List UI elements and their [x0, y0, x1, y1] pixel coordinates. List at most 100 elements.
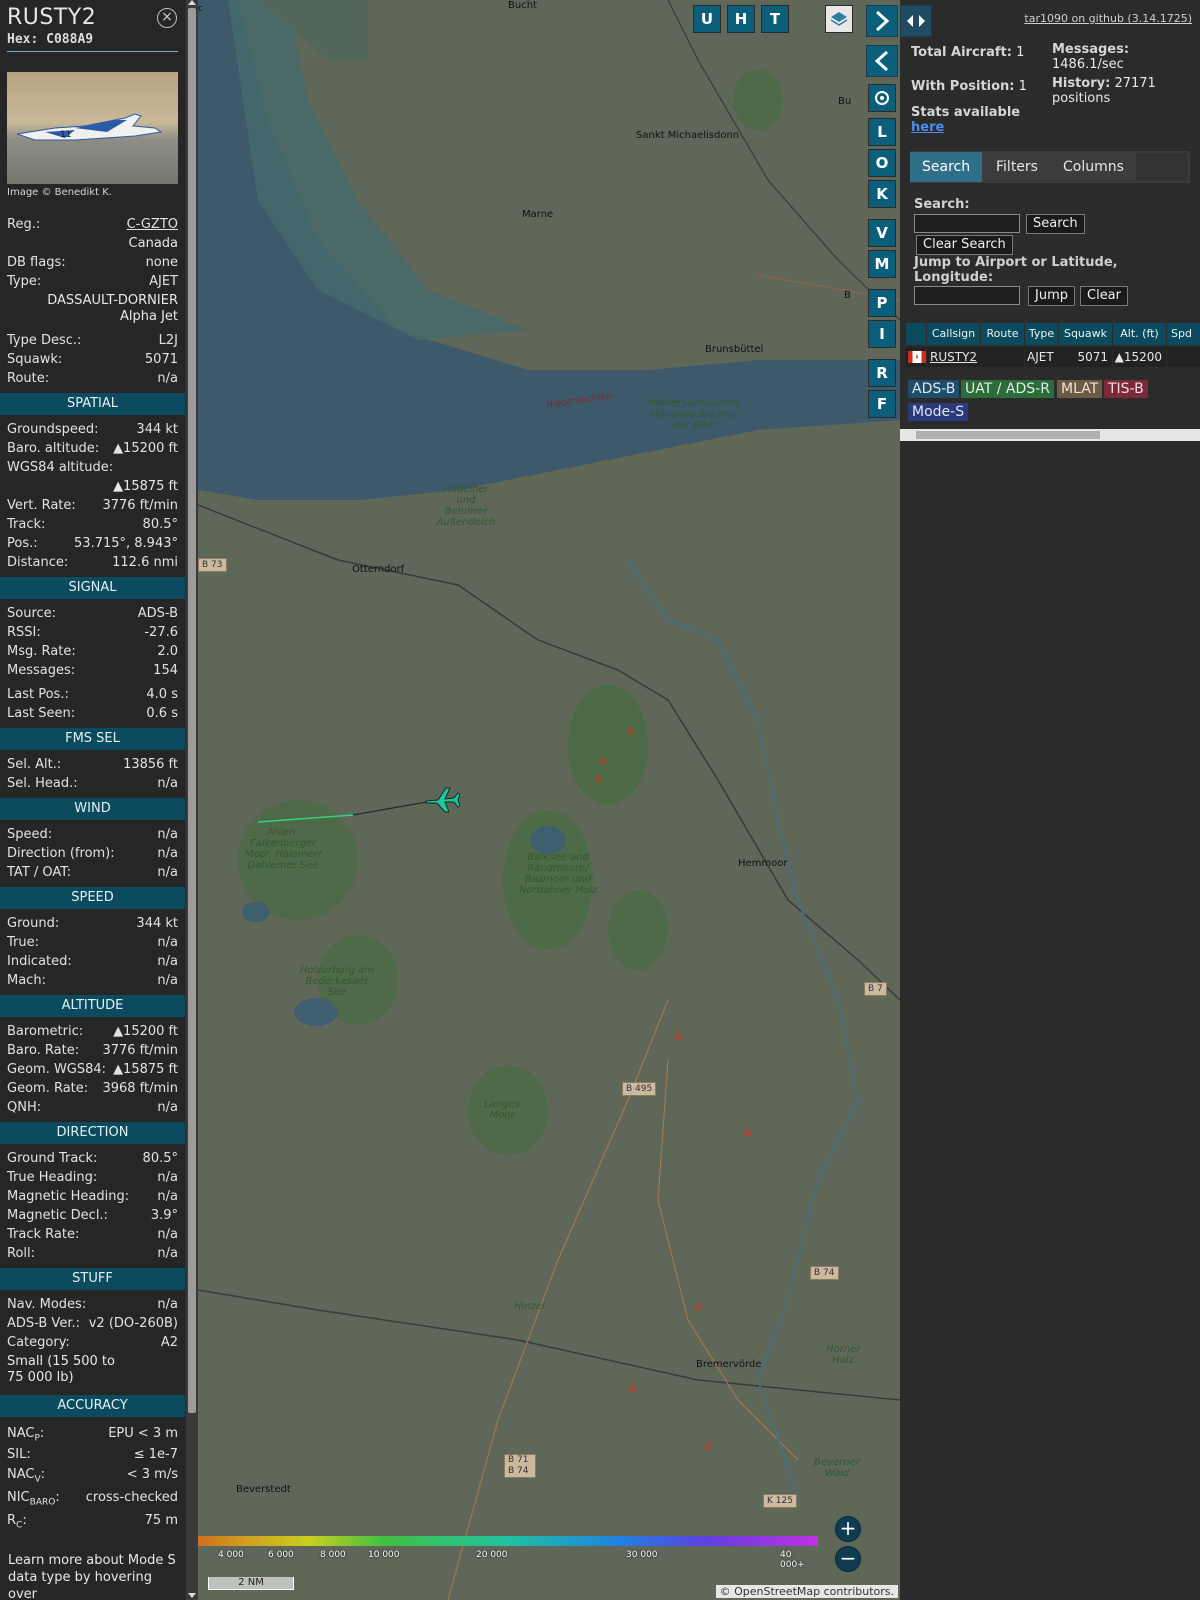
wgs-label: WGS84 altitude: [7, 460, 114, 475]
info-panel-scrollbar[interactable] [186, 0, 198, 1600]
aircraft-photo[interactable]: 11 [7, 72, 178, 184]
settings-gear-icon[interactable] [868, 84, 896, 112]
stats-here-link[interactable]: here [911, 120, 944, 135]
zoom-in-button[interactable]: + [835, 1516, 861, 1542]
toggle-h-button[interactable]: H [727, 5, 755, 33]
map-peak-markers [594, 725, 752, 1449]
info-header: RUSTY2 Hex: C088A9 × [0, 0, 185, 52]
tab-filters[interactable]: Filters [984, 152, 1050, 182]
col-squawk[interactable]: Squawk [1059, 323, 1113, 345]
spatial2-label: Track: [7, 517, 46, 532]
wgs-value: ▲15875 ft [113, 479, 178, 494]
signal2-value: 0.6 s [146, 706, 178, 721]
aircraft-marker-icon[interactable] [424, 784, 460, 814]
speed-value: n/a [157, 973, 178, 988]
jump-button[interactable]: Jump [1028, 286, 1075, 306]
nacp-sub: P [34, 1433, 40, 1444]
tab-columns[interactable]: Columns [1051, 152, 1136, 182]
layers-icon[interactable] [825, 5, 853, 33]
toggle-t-button[interactable]: T [761, 5, 789, 33]
route-row: Route: n/a [7, 369, 178, 388]
fms-label: Sel. Head.: [7, 776, 78, 791]
github-link[interactable]: tar1090 on github (3.14.1725) [1024, 12, 1192, 25]
attribution-prefix: © [719, 1585, 735, 1598]
spatial-label: Groundspeed: [7, 422, 99, 437]
speed-value: 344 kt [136, 916, 178, 931]
search-button[interactable]: Search [1026, 214, 1085, 234]
direction-value: n/a [157, 1170, 178, 1185]
nic-value: cross-checked [85, 1490, 178, 1505]
jump-input[interactable] [914, 286, 1020, 305]
map-view[interactable]: Bucht c Sankt Michaelisdonn Marne Bu B B… [198, 0, 900, 1600]
expand-sidebar-icon[interactable] [900, 5, 932, 37]
search-label: Search: [914, 197, 970, 212]
attribution-suffix: contributors. [820, 1585, 894, 1598]
wind-row: Speed: n/a [7, 825, 178, 844]
spatial-value: 344 kt [136, 422, 178, 437]
reg-row: Reg.: C-GZTO [7, 215, 178, 234]
speed-row: Ground: 344 kt [7, 914, 178, 933]
total-aircraft-label: Total Aircraft: [911, 45, 1012, 60]
altitude-row: Barometric: ▲15200 ft [7, 1022, 178, 1041]
toggle-r-button[interactable]: R [868, 359, 896, 387]
clear-button[interactable]: Clear [1080, 286, 1128, 306]
aircraft-list-sidebar: tar1090 on github (3.14.1725) Total Airc… [900, 0, 1200, 1600]
row-callsign-link[interactable]: RUSTY2 [927, 347, 983, 367]
direction-row: Roll: n/a [7, 1244, 178, 1263]
spatial2-row: Track: 80.5° [7, 515, 178, 534]
spatial2-label: Pos.: [7, 536, 38, 551]
reg-label: Reg.: [7, 217, 41, 232]
section-signal: SIGNAL [0, 577, 185, 599]
toggle-m-button[interactable]: M [868, 250, 896, 278]
scroll-down-icon[interactable] [188, 1593, 196, 1598]
col-flag [906, 323, 927, 345]
fms-row: Sel. Alt.: 13856 ft [7, 755, 178, 774]
map-attribution: © OpenStreetMap contributors. [715, 1585, 898, 1598]
signal2-label: Last Seen: [7, 706, 76, 721]
section-fms-sel: FMS SEL [0, 728, 185, 750]
col-type[interactable]: Type [1025, 323, 1059, 345]
close-icon[interactable]: × [157, 8, 177, 28]
tab-search[interactable]: Search [910, 152, 983, 182]
col-altitude[interactable]: Alt. (ft) [1113, 323, 1167, 345]
search-input[interactable] [914, 214, 1020, 233]
spatial-label: Baro. altitude: [7, 441, 100, 456]
category-description: Small (15 500 to 75 000 lb) [7, 1354, 115, 1385]
row-route [981, 347, 1024, 367]
toggle-i-button[interactable]: I [868, 320, 896, 348]
toggle-o-button[interactable]: O [868, 149, 896, 177]
col-route[interactable]: Route [981, 323, 1025, 345]
wind-label: Speed: [7, 827, 53, 842]
speed-label: Ground: [7, 916, 60, 931]
spatial2-value: 80.5° [142, 517, 178, 532]
signal-label: RSSI: [7, 625, 41, 640]
scroll-up-icon[interactable] [188, 0, 196, 5]
table-row[interactable] [906, 347, 926, 367]
nacv-label-text: NAC [7, 1467, 35, 1482]
stuff-label: ADS-B Ver.: [7, 1316, 80, 1331]
table-horizontal-scrollbar[interactable] [900, 429, 1200, 441]
openstreetmap-link[interactable]: OpenStreetMap [734, 1585, 820, 1598]
typedesc-value: L2J [158, 333, 178, 348]
toggle-v-button[interactable]: V [868, 219, 896, 247]
nacp-label-text: NAC [7, 1426, 35, 1441]
toggle-k-button[interactable]: K [868, 180, 896, 208]
scrollbar-thumb[interactable] [188, 8, 196, 1413]
toggle-f-button[interactable]: F [868, 390, 896, 418]
fms-row: Sel. Head.: n/a [7, 774, 178, 793]
toggle-p-button[interactable]: P [868, 289, 896, 317]
toggle-l-button[interactable]: L [868, 118, 896, 146]
altitude-label: Geom. Rate: [7, 1081, 89, 1096]
horizontal-scroll-thumb[interactable] [916, 431, 1100, 439]
registration-link[interactable]: C-GZTO [127, 215, 178, 234]
chevron-left-icon[interactable] [866, 45, 898, 77]
toggle-u-button[interactable]: U [693, 5, 721, 33]
stats-right: Messages: 1486.1/sec History: 27171 posit… [1052, 42, 1192, 106]
chevron-right-icon[interactable] [866, 5, 898, 37]
clear-search-button[interactable]: Clear Search [916, 235, 1013, 255]
col-callsign[interactable]: Callsign [927, 323, 981, 345]
col-speed[interactable]: Spd [1167, 323, 1200, 345]
spatial-row: Groundspeed: 344 kt [7, 420, 178, 439]
direction-row: True Heading: n/a [7, 1168, 178, 1187]
zoom-out-button[interactable]: − [835, 1546, 861, 1572]
